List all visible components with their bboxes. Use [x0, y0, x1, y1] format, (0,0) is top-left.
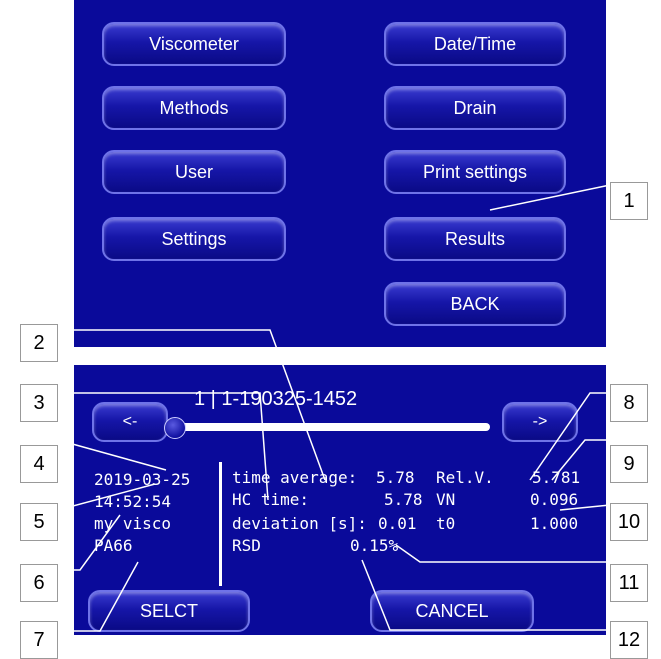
callout-10: 10 — [610, 503, 648, 541]
callout-4: 4 — [20, 445, 58, 483]
callout-6: 6 — [20, 564, 58, 602]
callout-3: 3 — [20, 384, 58, 422]
callout-12: 12 — [610, 621, 648, 659]
callout-1: 1 — [610, 182, 648, 220]
callout-7: 7 — [20, 621, 58, 659]
callout-2: 2 — [20, 324, 58, 362]
callout-5: 5 — [20, 503, 58, 541]
callout-leader-lines — [57, 184, 611, 632]
callout-11: 11 — [610, 564, 648, 602]
callout-9: 9 — [610, 445, 648, 483]
callout-8: 8 — [610, 384, 648, 422]
